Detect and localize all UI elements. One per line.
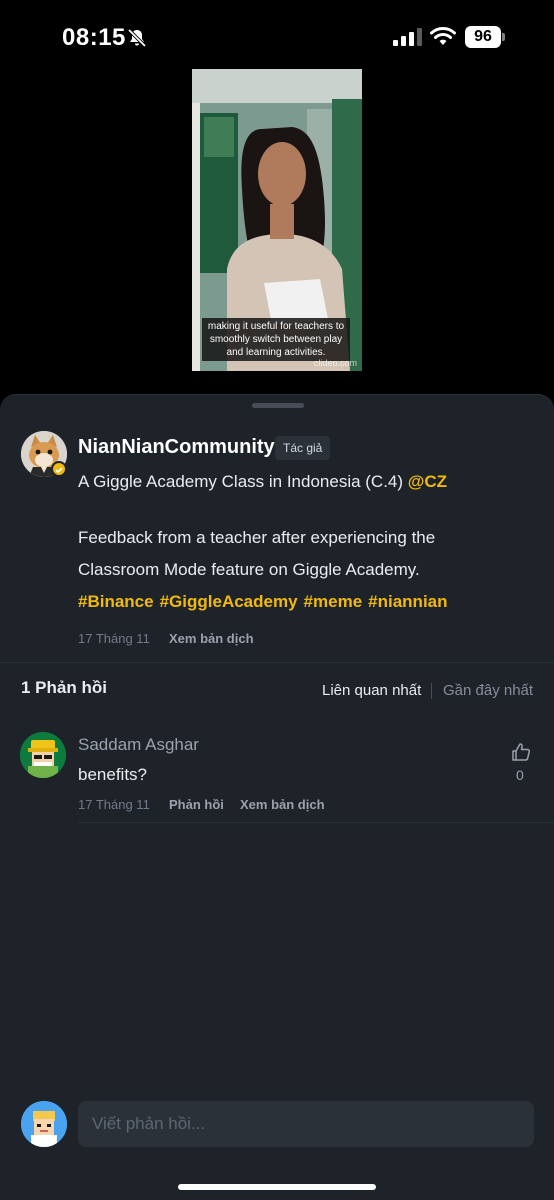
status-bar: 08:15 96 bbox=[0, 0, 554, 70]
commenter-name[interactable]: Saddam Asghar bbox=[78, 735, 199, 755]
pixel-avatar-icon bbox=[20, 732, 66, 778]
author-badge: Tác giả bbox=[275, 436, 331, 460]
divider bbox=[0, 662, 554, 663]
sort-recent-tab[interactable]: Gần đây nhất bbox=[443, 682, 533, 699]
divider bbox=[78, 822, 554, 823]
commenter-avatar[interactable] bbox=[20, 732, 66, 778]
sheet-drag-handle[interactable] bbox=[252, 403, 304, 408]
post-title-line: A Giggle Academy Class in Indonesia (C.4… bbox=[78, 466, 518, 498]
user-avatar-icon bbox=[21, 1101, 67, 1147]
hashtag-link[interactable]: #niannian bbox=[368, 592, 447, 611]
reply-button[interactable]: Phản hồi bbox=[169, 797, 224, 812]
signal-icon bbox=[393, 28, 422, 46]
video-player[interactable]: making it useful for teachers to smoothl… bbox=[192, 69, 362, 371]
comment-translate-button[interactable]: Xem bản dịch bbox=[240, 797, 325, 812]
battery-icon: 96 bbox=[465, 26, 505, 48]
sort-relevant-tab[interactable]: Liên quan nhất bbox=[322, 682, 421, 699]
sort-separator bbox=[431, 683, 432, 699]
hashtag-link[interactable]: #Binance bbox=[78, 592, 154, 611]
hashtag-row: #Binance #GiggleAcademy #meme #niannian bbox=[78, 586, 454, 618]
post-title: A Giggle Academy Class in Indonesia (C.4… bbox=[78, 472, 404, 491]
current-user-avatar bbox=[21, 1101, 67, 1147]
home-indicator[interactable] bbox=[178, 1184, 376, 1190]
thumbs-up-icon[interactable] bbox=[511, 742, 531, 762]
video-watermark: clideo.com bbox=[313, 358, 357, 368]
verified-badge-icon bbox=[51, 461, 67, 477]
comment-date: 17 Tháng 11 bbox=[78, 797, 150, 812]
author-name[interactable]: NianNianCommunity bbox=[78, 436, 275, 459]
like-count: 0 bbox=[516, 767, 524, 783]
hashtag-link[interactable]: #GiggleAcademy bbox=[160, 592, 298, 611]
reply-input[interactable] bbox=[78, 1101, 534, 1147]
wifi-icon bbox=[430, 27, 456, 45]
bell-muted-icon bbox=[127, 28, 147, 48]
comments-sheet: NianNianCommunity Tác giả A Giggle Acade… bbox=[0, 394, 554, 1200]
video-caption: making it useful for teachers to smoothl… bbox=[202, 318, 350, 361]
post-date: 17 Tháng 11 bbox=[78, 631, 150, 646]
post-body-line-1: Feedback from a teacher after experienci… bbox=[78, 528, 436, 547]
battery-level: 96 bbox=[465, 26, 501, 48]
mention-link[interactable]: @CZ bbox=[408, 472, 447, 491]
post-translate-button[interactable]: Xem bản dịch bbox=[169, 631, 254, 646]
comment-text: benefits? bbox=[78, 765, 147, 784]
status-time: 08:15 bbox=[62, 24, 126, 51]
replies-count: 1 Phản hồi bbox=[21, 678, 107, 697]
hashtag-link[interactable]: #meme bbox=[304, 592, 363, 611]
post-body-line-2: Classroom Mode feature on Giggle Academy… bbox=[78, 560, 420, 579]
